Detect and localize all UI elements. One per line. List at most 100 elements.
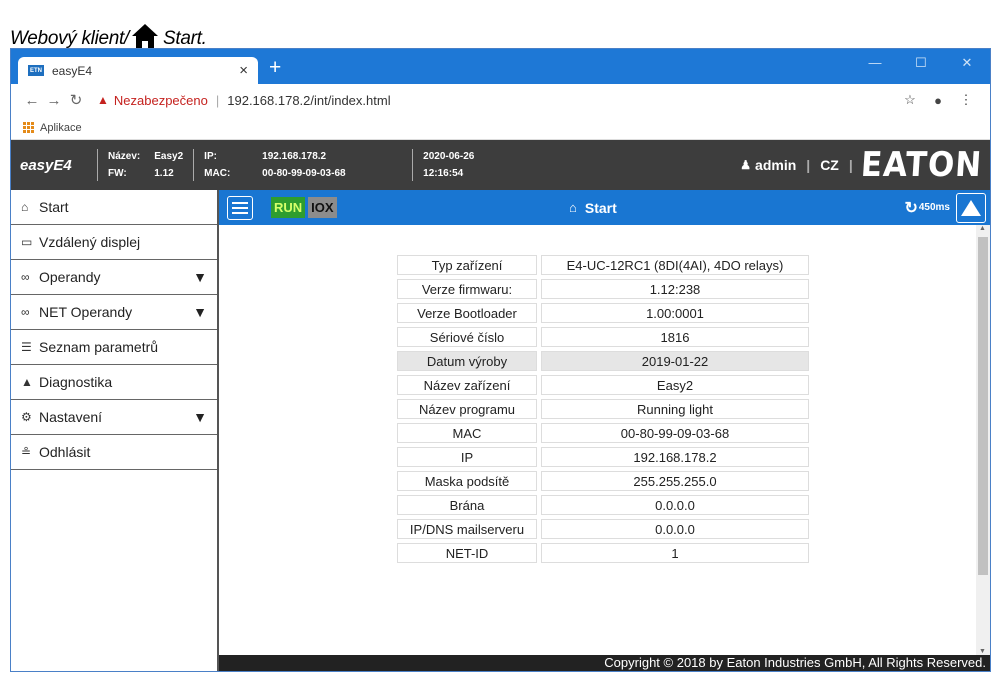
fw-value: 1.12 (154, 168, 174, 179)
table-value: 00-80-99-09-03-68 (541, 423, 809, 443)
arrow-up-icon (961, 199, 981, 216)
sidebar: ⌂ Start ▭ Vzdálený displej ∞ Operandy ▼ ∞ NET Op… (11, 190, 219, 671)
eaton-logo: EATON (859, 145, 984, 185)
sidebar-item-label: Nastavení (39, 409, 103, 425)
bookmarks-apps-link[interactable]: Aplikace (40, 122, 82, 134)
profile-icon[interactable]: ● (924, 93, 952, 108)
table-row: NET-ID 1 (397, 543, 809, 563)
table-value: Easy2 (541, 375, 809, 395)
date-value: 2020-06-26 (423, 151, 475, 162)
table-value: 1.00:0001 (541, 303, 809, 323)
caption-prefix: Webový klient/ (10, 28, 130, 49)
gear-icon: ⚙ (21, 410, 32, 424)
sidebar-item-vzdálený-displej[interactable]: ▭ Vzdálený displej (11, 225, 217, 260)
footer-copyright: Copyright © 2018 by Eaton Industries Gmb… (219, 655, 990, 671)
table-value: 1816 (541, 327, 809, 347)
table-value: E4-UC-12RC1 (8DI(4AI), 4DO relays) (541, 255, 809, 275)
close-window-icon[interactable]: ✕ (944, 49, 990, 79)
scrollbar-thumb[interactable] (978, 237, 988, 575)
table-key: Brána (397, 495, 537, 515)
url-input[interactable]: 192.168.178.2/int/index.html (227, 93, 896, 108)
sidebar-item-label: Start (39, 199, 69, 215)
home-icon: ⌂ (569, 200, 577, 215)
table-value: Running light (541, 399, 809, 419)
sidebar-item-net-operandy[interactable]: ∞ NET Operandy ▼ (11, 295, 217, 330)
sidebar-item-diagnostika[interactable]: ▲ Diagnostika (11, 365, 217, 400)
chevron-down-icon[interactable]: ▼ (193, 409, 207, 425)
user-icon: ≗ (21, 445, 32, 459)
app-body: ⌂ Start ▭ Vzdálený displej ∞ Operandy ▼ ∞ NET Op… (11, 190, 990, 671)
table-value: 1.12:238 (541, 279, 809, 299)
table-value: 192.168.178.2 (541, 447, 809, 467)
time-value: 12:16:54 (423, 168, 464, 179)
table-key: IP/DNS mailserveru (397, 519, 537, 539)
close-tab-icon[interactable]: × (239, 62, 248, 79)
sidebar-item-label: Vzdálený displej (39, 234, 141, 250)
link-icon: ∞ (21, 305, 30, 319)
star-icon[interactable]: ☆ (896, 92, 924, 108)
reload-icon[interactable]: ↻ (65, 91, 87, 109)
device-info: Název: Easy2 FW: 1.12 (98, 151, 193, 179)
warning-icon[interactable]: ▲ (97, 93, 109, 107)
page-title-label: Start (584, 199, 617, 216)
refresh-area: ↻ 450ms (904, 192, 986, 223)
bookmarks-bar: Aplikace (11, 116, 990, 140)
sidebar-item-label: Operandy (39, 269, 101, 285)
chevron-down-icon[interactable]: ▼ (193, 304, 207, 320)
run-status-badge[interactable]: RUN (271, 197, 306, 218)
security-label[interactable]: Nezabezpečeno (114, 93, 208, 108)
browser-window: ETN easyE4 × + — ☐ ✕ ← → ↻ ▲ Nezabezpeče… (10, 48, 991, 672)
browser-titlebar: ETN easyE4 × + — ☐ ✕ (11, 49, 990, 84)
table-row: Brána 0.0.0.0 (397, 495, 809, 515)
minimize-icon[interactable]: — (852, 49, 898, 79)
name-label: Název: (108, 151, 141, 162)
table-key: Sériové číslo (397, 327, 537, 347)
sidebar-item-label: Odhlásit (39, 444, 91, 460)
browser-tab[interactable]: ETN easyE4 × (18, 57, 258, 84)
caption-suffix: Start. (163, 28, 207, 49)
favicon-icon: ETN (28, 65, 44, 76)
table-key: Datum výroby (397, 351, 537, 371)
table-value: 1 (541, 543, 809, 563)
sidebar-item-operandy[interactable]: ∞ Operandy ▼ (11, 260, 217, 295)
refresh-interval[interactable]: 450ms (919, 202, 950, 213)
back-icon[interactable]: ← (21, 92, 43, 109)
scroll-up-arrow-icon[interactable]: ▲ (979, 225, 986, 232)
device-info-table: Typ zařízení E4-UC-12RC1 (8DI(4AI), 4DO r… (393, 251, 813, 567)
table-row: Typ zařízení E4-UC-12RC1 (8DI(4AI), 4DO r… (397, 255, 809, 275)
scroll-down-arrow-icon[interactable]: ▼ (979, 648, 986, 655)
toolbar: RUN IOX ⌂ Start ↻ 450ms (219, 190, 990, 225)
content-area: Typ zařízení E4-UC-12RC1 (8DI(4AI), 4DO r… (219, 225, 976, 655)
table-row: Verze Bootloader 1.00:0001 (397, 303, 809, 323)
sidebar-item-odhlásit[interactable]: ≗ Odhlásit (11, 435, 217, 470)
sidebar-item-nastavení[interactable]: ⚙ Nastavení ▼ (11, 400, 217, 435)
table-row: Datum výroby 2019-01-22 (397, 351, 809, 371)
user-name[interactable]: admin (755, 157, 796, 173)
table-row: Maska podsítě 255.255.255.0 (397, 471, 809, 491)
link-icon: ∞ (21, 270, 30, 284)
iox-status-badge[interactable]: IOX (308, 197, 337, 218)
new-tab-button[interactable]: + (269, 56, 281, 80)
table-row: Název zařízení Easy2 (397, 375, 809, 395)
user-icon: ♟ (740, 158, 752, 172)
maximize-icon[interactable]: ☐ (898, 49, 944, 79)
name-value: Easy2 (154, 151, 184, 162)
scrollbar[interactable]: ▲ ▼ (976, 225, 990, 655)
tab-title: easyE4 (52, 63, 93, 78)
table-value: 0.0.0.0 (541, 495, 809, 515)
language-selector[interactable]: CZ (820, 157, 839, 173)
menu-icon[interactable]: ⋮ (952, 92, 980, 108)
divider: | (848, 157, 853, 173)
list-icon: ☰ (21, 340, 32, 354)
forward-icon[interactable]: → (43, 92, 65, 109)
scroll-up-button[interactable] (956, 192, 986, 223)
sidebar-item-start[interactable]: ⌂ Start (11, 190, 217, 225)
table-row: Název programu Running light (397, 399, 809, 419)
hamburger-menu-icon[interactable] (227, 195, 253, 220)
sidebar-item-seznam-parametrů[interactable]: ☰ Seznam parametrů (11, 330, 217, 365)
refresh-icon[interactable]: ↻ (904, 198, 917, 218)
table-value: 0.0.0.0 (541, 519, 809, 539)
window-controls: — ☐ ✕ (852, 49, 990, 79)
apps-grid-icon[interactable] (23, 122, 34, 133)
chevron-down-icon[interactable]: ▼ (193, 269, 207, 285)
